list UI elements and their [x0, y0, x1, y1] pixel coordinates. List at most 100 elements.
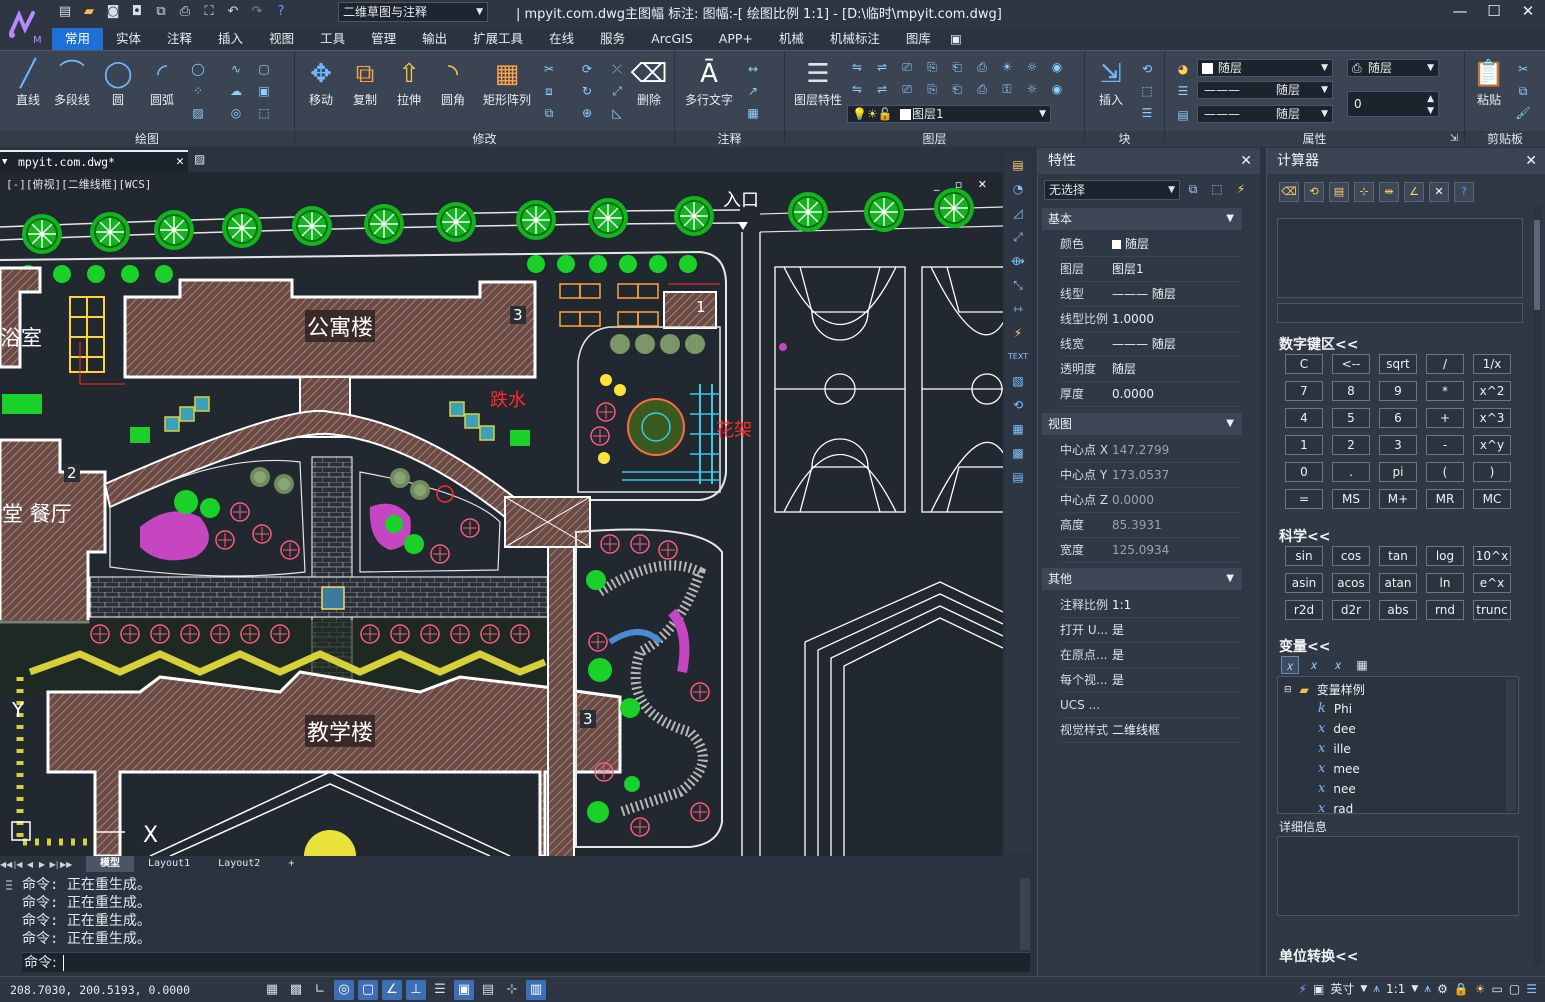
numpad-key[interactable]: 5	[1332, 408, 1370, 428]
block-attr-icon[interactable]: ☰	[1139, 105, 1155, 121]
numpad-key[interactable]: 1/x	[1473, 354, 1511, 374]
numpad-key[interactable]: +	[1426, 408, 1464, 428]
prop-row-color[interactable]: 颜色 随层	[1060, 232, 1242, 257]
science-key[interactable]: d2r	[1332, 600, 1370, 620]
workspace-select[interactable]: 二维草图与注释 ▼	[338, 2, 488, 22]
brush-icon[interactable]: 🖌	[1515, 105, 1531, 121]
current-layer-select[interactable]: 💡☀🔓 图层1 ▼	[847, 105, 1051, 123]
copy-file-icon[interactable]: ⧉	[152, 3, 170, 21]
prop-row-center-x[interactable]: 中心点 X 147.2799	[1060, 438, 1242, 463]
add-layout-button[interactable]: +	[274, 856, 308, 872]
prop-row-height[interactable]: 高度 85.3931	[1060, 513, 1242, 538]
annotation-visibility-icon[interactable]: ⩚	[1424, 981, 1431, 996]
layer-tool-13-icon[interactable]: ⎘	[924, 81, 940, 97]
app-logo[interactable]: M	[0, 0, 52, 52]
chart-tool-icon[interactable]: ◿	[1007, 202, 1029, 224]
scale-icon[interactable]: ⤢	[609, 83, 625, 99]
tab-service[interactable]: 服务	[587, 28, 638, 50]
layer-tool-14-icon[interactable]: ⎗	[949, 81, 965, 97]
tab-tools[interactable]: 工具	[307, 28, 358, 50]
help-icon[interactable]: ?	[272, 3, 290, 21]
print-icon[interactable]: ⎙	[176, 3, 194, 21]
prop-row-ucs-icon-on[interactable]: 打开 U... 是	[1060, 618, 1242, 643]
science-key[interactable]: ln	[1426, 573, 1464, 593]
layer-tool-18-icon[interactable]: ◉	[1049, 81, 1065, 97]
calculator-grid-icon[interactable]: ▦	[1353, 656, 1371, 674]
customize-menu-icon[interactable]: ☰	[1526, 982, 1537, 996]
sheet-tool-icon[interactable]: ▤	[1007, 466, 1029, 488]
paste-value-icon[interactable]: ▤	[1329, 182, 1349, 202]
snap-tool-icon[interactable]: ⚡	[1007, 322, 1029, 344]
prop-row-ltscale[interactable]: 线型比例 1.0000	[1060, 307, 1242, 332]
layer-tool-15-icon[interactable]: ⎙	[974, 81, 990, 97]
science-key[interactable]: rnd	[1426, 600, 1464, 620]
hatch-icon[interactable]: ▨	[190, 105, 206, 121]
calculator-scrollbar[interactable]	[1533, 206, 1541, 966]
variables-section-label[interactable]: 变量<<	[1279, 636, 1330, 656]
coordinate-readout[interactable]: 208.7030, 200.5193, 0.0000	[10, 983, 190, 997]
numpad-key[interactable]: 6	[1379, 408, 1417, 428]
numpad-key[interactable]: .	[1332, 462, 1370, 482]
chamfer-icon[interactable]: ◺	[609, 105, 625, 121]
prev-icon[interactable]: ◀	[24, 860, 36, 869]
edit-variable-icon[interactable]: 𝑥	[1305, 656, 1323, 674]
dimension-tool-icon[interactable]: ⤡	[1007, 274, 1029, 296]
open-folder-icon[interactable]: ▰	[80, 3, 98, 21]
ortho-icon[interactable]: ∟	[310, 980, 330, 1000]
new-tab-icon[interactable]: ▨	[194, 152, 210, 166]
science-key[interactable]: e^x	[1473, 573, 1511, 593]
edit-block-icon[interactable]: ⬚	[1139, 83, 1155, 99]
maximize-button[interactable]: ☐	[1485, 2, 1503, 20]
osnap-icon[interactable]: ▢	[358, 980, 378, 1000]
trim-icon[interactable]: ✂	[541, 61, 557, 77]
prop-row-center-y[interactable]: 中心点 Y 173.0537	[1060, 463, 1242, 488]
revcloud-icon[interactable]: ☁	[228, 83, 244, 99]
numpad-key[interactable]: 9	[1379, 381, 1417, 401]
lock-icon[interactable]: 🔒	[1454, 982, 1469, 996]
numpad-key[interactable]: C	[1285, 354, 1323, 374]
tab-app-plus[interactable]: APP+	[706, 28, 766, 50]
minimize-button[interactable]: —	[1451, 2, 1469, 20]
science-key[interactable]: cos	[1332, 546, 1370, 566]
move-button[interactable]: ✥ 移动	[299, 57, 343, 108]
variable-root[interactable]: ⊟ ▰ 变量样例	[1284, 681, 1365, 698]
delete-variable-icon[interactable]: 𝑥	[1329, 656, 1347, 674]
tab-layout1[interactable]: Layout1	[134, 856, 204, 872]
section-basic[interactable]: 基本 ▼	[1042, 208, 1242, 230]
prev-layout-icon[interactable]: |◀	[12, 860, 24, 869]
numpad-key[interactable]: 3	[1379, 435, 1417, 455]
distance-icon[interactable]: ⇹	[1379, 182, 1399, 202]
erase-button[interactable]: ⌫ 删除	[627, 57, 671, 108]
intersection-icon[interactable]: ✕	[1429, 182, 1449, 202]
drawing-canvas[interactable]: [-][俯视][二维线框][WCS] _ ▫ ✕ X Y . 入口 公寓楼 浴室…	[0, 172, 1003, 856]
science-key[interactable]: sin	[1285, 546, 1323, 566]
numpad-key[interactable]: *	[1426, 381, 1464, 401]
layer-tool-4-icon[interactable]: ⎘	[924, 59, 940, 75]
prop-row-ucs-at-origin[interactable]: 在原点... 是	[1060, 643, 1242, 668]
transparency-input[interactable]: 0 ▲ ▼	[1347, 91, 1439, 117]
numpad-key[interactable]: M+	[1379, 489, 1417, 509]
prop-row-linetype[interactable]: 线型 ——— 随层	[1060, 282, 1242, 307]
numpad-key[interactable]: )	[1473, 462, 1511, 482]
create-block-icon[interactable]: ⟲	[1139, 61, 1155, 77]
polar-icon[interactable]: ◎	[334, 980, 354, 1000]
offset-icon[interactable]: ⟳	[579, 61, 595, 77]
mirror-icon[interactable]: ⧈	[541, 83, 557, 99]
next-icon[interactable]: ▶	[36, 860, 48, 869]
join-icon[interactable]: ⊕	[579, 105, 595, 121]
lineweight-icon[interactable]: ▤	[1175, 107, 1191, 123]
science-key[interactable]: asin	[1285, 573, 1323, 593]
prop-row-visual-style[interactable]: 视觉样式 二维线框	[1060, 718, 1242, 743]
numpad-key[interactable]: x^2	[1473, 381, 1511, 401]
explode-icon[interactable]: ⧉	[541, 105, 557, 121]
prop-row-transparency[interactable]: 透明度 随层	[1060, 357, 1242, 382]
mtext-button[interactable]: Ā 多行文字	[683, 57, 735, 108]
tab-arcgis[interactable]: ArcGIS	[638, 28, 706, 50]
numpad-key[interactable]: x^y	[1473, 435, 1511, 455]
command-scrollbar[interactable]	[1020, 878, 1030, 950]
polyline-button[interactable]: ⌒ 多段线	[50, 57, 94, 108]
annotation-monitor-icon[interactable]: ▥	[526, 980, 546, 1000]
variable-item[interactable]: x mee	[1318, 761, 1360, 776]
variable-item[interactable]: x rad	[1318, 801, 1353, 816]
command-input[interactable]: 命令:	[22, 952, 1030, 972]
